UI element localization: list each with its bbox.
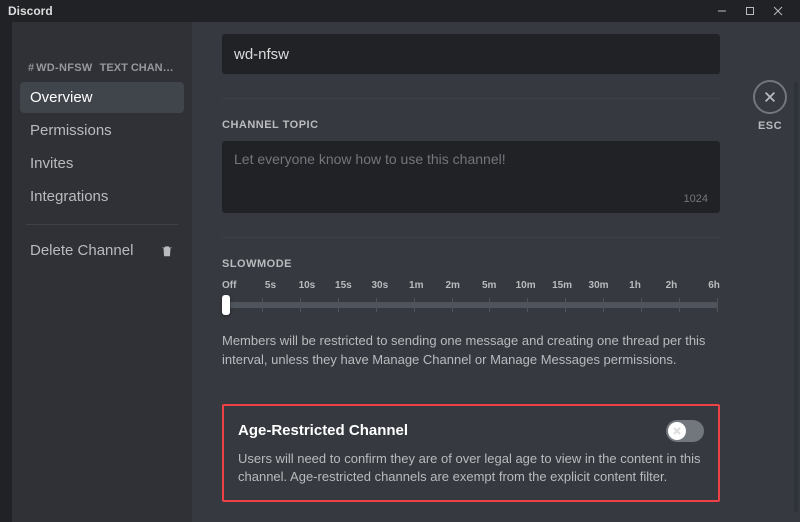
window-close-button[interactable] xyxy=(764,0,792,22)
age-restricted-toggle[interactable] xyxy=(666,420,704,442)
settings-content: wd-nfsw CHANNEL TOPIC Let everyone know … xyxy=(192,22,740,522)
channel-topic-input[interactable]: Let everyone know how to use this channe… xyxy=(222,141,720,213)
section-divider xyxy=(222,237,720,238)
sidebar-item-label: Delete Channel xyxy=(30,242,133,259)
hash-icon: # xyxy=(28,62,34,74)
sidebar-separator xyxy=(26,224,178,225)
age-restricted-section: Age-Restricted Channel Users will need t… xyxy=(222,404,720,502)
window-maximize-button[interactable] xyxy=(736,0,764,22)
titlebar: Discord xyxy=(0,0,800,22)
settings-sidebar: #WD-NFSW TEXT CHANNE... Overview Permiss… xyxy=(12,22,192,522)
channel-topic-placeholder: Let everyone know how to use this channe… xyxy=(234,151,506,167)
channel-name-value: wd-nfsw xyxy=(234,46,289,63)
sidebar-item-permissions[interactable]: Permissions xyxy=(20,115,184,146)
sidebar-item-label: Permissions xyxy=(30,122,112,139)
close-icon xyxy=(672,426,682,436)
channel-topic-charcount: 1024 xyxy=(684,193,708,205)
app-brand: Discord xyxy=(8,4,53,18)
window-minimize-button[interactable] xyxy=(708,0,736,22)
slider-ticks xyxy=(224,298,718,312)
sidebar-item-delete-channel[interactable]: Delete Channel xyxy=(20,235,184,266)
slowmode-tick-labels: Off5s10s15s30s1m2m5m10m15m30m1h2h6h xyxy=(222,280,720,291)
section-divider xyxy=(222,98,720,99)
slowmode-slider[interactable]: Off5s10s15s30s1m2m5m10m15m30m1h2h6h xyxy=(222,280,720,322)
close-settings-button[interactable]: ESC xyxy=(753,80,787,132)
channel-name-input[interactable]: wd-nfsw xyxy=(222,34,720,74)
esc-label: ESC xyxy=(758,120,782,132)
guild-rail xyxy=(0,22,12,522)
scrollbar-track[interactable] xyxy=(794,82,798,512)
age-restricted-title: Age-Restricted Channel xyxy=(238,422,408,439)
sidebar-item-label: Integrations xyxy=(30,188,108,205)
toggle-knob xyxy=(668,422,686,440)
sidebar-item-label: Invites xyxy=(30,155,73,172)
age-restricted-description: Users will need to confirm they are of o… xyxy=(238,450,704,486)
slowmode-description: Members will be restricted to sending on… xyxy=(222,332,720,370)
sidebar-header: #WD-NFSW TEXT CHANNE... xyxy=(20,62,184,82)
channel-topic-label: CHANNEL TOPIC xyxy=(222,119,720,131)
slider-handle[interactable] xyxy=(222,295,230,315)
close-icon xyxy=(753,80,787,114)
sidebar-item-invites[interactable]: Invites xyxy=(20,148,184,179)
slowmode-label: SLOWMODE xyxy=(222,258,720,270)
sidebar-item-overview[interactable]: Overview xyxy=(20,82,184,113)
trash-icon xyxy=(160,244,174,258)
sidebar-item-integrations[interactable]: Integrations xyxy=(20,181,184,212)
sidebar-item-label: Overview xyxy=(30,89,93,106)
